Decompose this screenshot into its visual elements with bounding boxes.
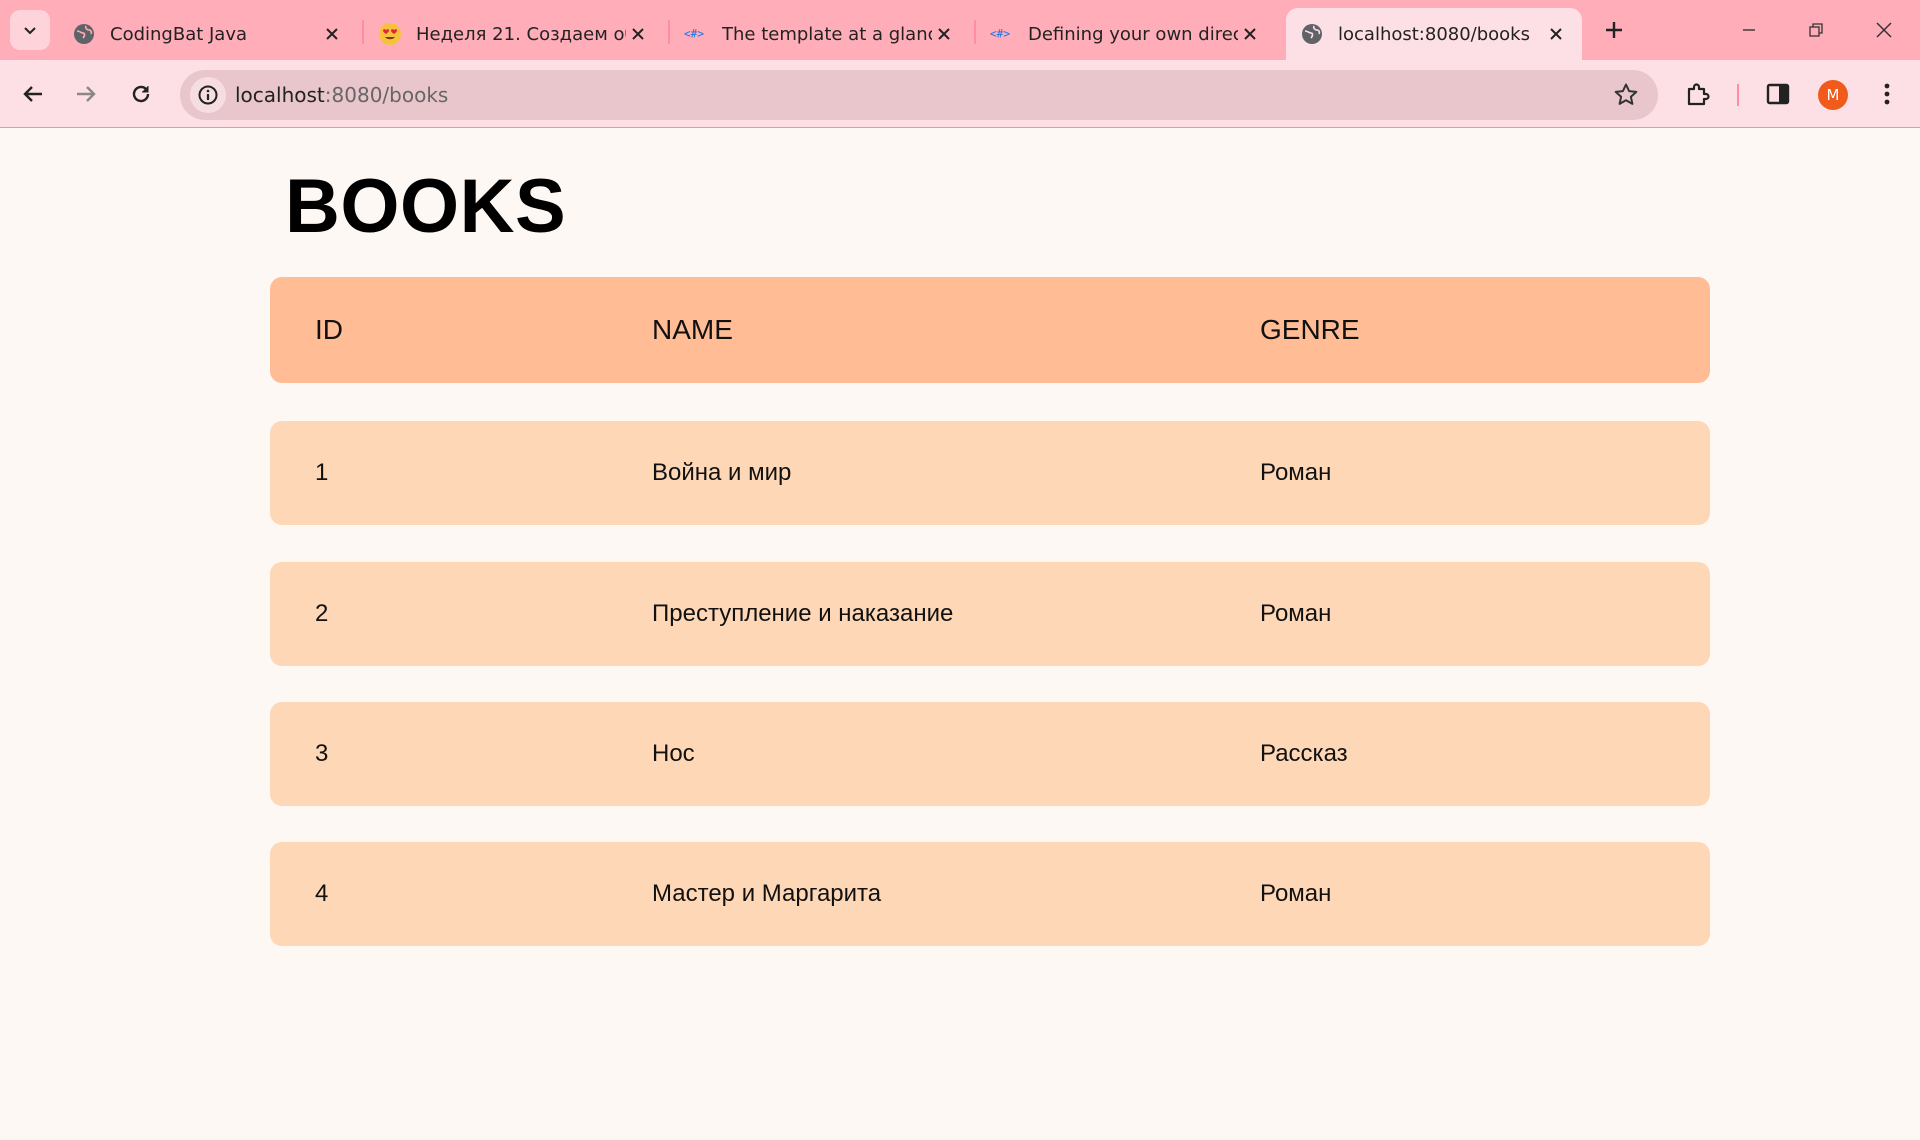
code-doc-icon: <#>: [990, 22, 1014, 46]
reload-icon: [132, 85, 150, 103]
site-info-button[interactable]: [190, 77, 226, 113]
address-host: localhost: [235, 83, 325, 107]
tab-defining-directives[interactable]: <#> Defining your own direct: [976, 8, 1276, 60]
svg-text:<#>: <#>: [990, 28, 1010, 41]
close-icon[interactable]: [1238, 22, 1262, 46]
tab-title: Defining your own direct: [1028, 23, 1238, 45]
close-icon[interactable]: [320, 22, 344, 46]
book-name: Нос: [652, 740, 695, 767]
tab-title: The template at a glance: [722, 23, 932, 45]
book-id: 3: [315, 740, 329, 767]
book-id: 2: [315, 600, 329, 627]
book-id: 4: [315, 880, 329, 907]
star-icon: [1614, 83, 1638, 105]
book-name: Война и мир: [652, 459, 792, 486]
arrow-right-icon: [77, 86, 96, 102]
book-name: Мастер и Маргарита: [652, 880, 882, 907]
address-bar[interactable]: localhost:8080/books: [180, 70, 1658, 120]
table-row: 4 Мастер и Маргарита Роман: [270, 842, 1710, 946]
code-doc-icon: <#>: [684, 22, 708, 46]
table-row: 2 Преступление и наказание Роман: [270, 562, 1710, 666]
toolbar-divider: [1737, 84, 1739, 106]
close-icon[interactable]: [626, 22, 650, 46]
tab-title: CodingBat Java: [110, 23, 248, 45]
arrow-left-icon: [23, 86, 42, 102]
puzzle-icon: [1687, 83, 1710, 106]
address-path: :8080/books: [324, 83, 449, 107]
side-panel-button[interactable]: [1760, 76, 1796, 112]
table-row: 3 Нос Рассказ: [270, 702, 1710, 806]
column-header-name: NAME: [652, 314, 733, 345]
globe-icon: [1300, 22, 1324, 46]
restore-button[interactable]: [1792, 10, 1840, 50]
tab-strip: CodingBat Java Неделя 21. Создаем объ <#…: [0, 0, 1920, 60]
close-icon[interactable]: [1544, 22, 1568, 46]
table-row: 1 Война и мир Роман: [270, 421, 1710, 525]
book-genre: Роман: [1260, 459, 1332, 486]
minimize-icon: [1743, 29, 1755, 31]
back-button[interactable]: [15, 76, 51, 112]
minimize-button[interactable]: [1725, 10, 1773, 50]
restore-icon: [1809, 23, 1823, 37]
tab-title: localhost:8080/books: [1338, 23, 1530, 45]
page-content: BOOKS ID NAME GENRE 1 Война и мир Роман …: [0, 129, 1920, 1140]
close-window-button[interactable]: [1860, 10, 1908, 50]
book-id: 1: [315, 459, 329, 486]
book-genre: Роман: [1260, 880, 1332, 907]
tab-week21[interactable]: Неделя 21. Создаем объ: [364, 8, 664, 60]
tab-title: Неделя 21. Создаем объ: [416, 23, 626, 45]
tab-codingbat[interactable]: CodingBat Java: [58, 8, 358, 60]
bookmark-button[interactable]: [1612, 81, 1640, 109]
plus-icon: [1606, 22, 1622, 38]
book-genre: Роман: [1260, 600, 1332, 627]
tab-search-button[interactable]: [10, 10, 50, 50]
column-header-id: ID: [315, 314, 343, 345]
address-text[interactable]: localhost:8080/books: [235, 70, 448, 120]
new-tab-button[interactable]: [1598, 14, 1630, 46]
profile-avatar[interactable]: M: [1818, 80, 1848, 110]
book-genre: Рассказ: [1260, 740, 1348, 767]
tab-template-glance[interactable]: <#> The template at a glance: [670, 8, 970, 60]
browser-menu-button[interactable]: [1869, 76, 1905, 112]
globe-icon: [72, 22, 96, 46]
browser-toolbar: localhost:8080/books M: [0, 60, 1920, 128]
page-title: BOOKS: [285, 164, 567, 249]
tab-books-active[interactable]: localhost:8080/books: [1286, 8, 1582, 60]
info-icon: [198, 85, 218, 105]
close-icon[interactable]: [932, 22, 956, 46]
forward-button[interactable]: [68, 76, 104, 112]
heart-eyes-emoji-icon: [378, 22, 402, 46]
chevron-down-icon: [24, 27, 36, 35]
book-name: Преступление и наказание: [652, 600, 954, 627]
close-icon: [1876, 22, 1892, 38]
svg-text:<#>: <#>: [684, 28, 704, 41]
column-header-genre: GENRE: [1260, 314, 1360, 345]
side-panel-icon: [1766, 83, 1790, 105]
table-header-row: ID NAME GENRE: [270, 277, 1710, 383]
more-vertical-icon: [1884, 83, 1890, 105]
reload-button[interactable]: [123, 76, 159, 112]
extensions-button[interactable]: [1680, 76, 1716, 112]
